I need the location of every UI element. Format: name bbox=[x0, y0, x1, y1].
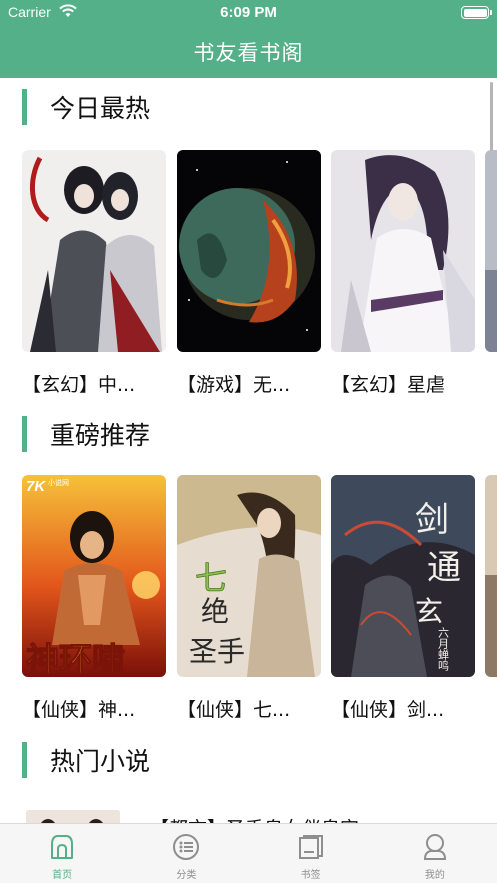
section-accent-bar bbox=[22, 742, 27, 778]
cover-title: 圣手 bbox=[189, 635, 245, 668]
category-icon bbox=[173, 834, 200, 860]
book-row-hot-today[interactable]: 【玄幻】中... 【游戏】无... 【玄幻】星虐 bbox=[22, 150, 497, 400]
book-cover[interactable] bbox=[177, 150, 321, 352]
book-cover[interactable]: 剑 通 玄 六月蝉鸣 bbox=[331, 475, 475, 677]
cover-title: 玄 bbox=[415, 595, 443, 628]
page-title: 书友看书阁 bbox=[193, 41, 304, 65]
scroll-indicator[interactable] bbox=[490, 82, 493, 152]
section-title: 热门小说 bbox=[50, 747, 151, 776]
book-title: 【仙侠】七... bbox=[177, 699, 291, 721]
section-title: 今日最热 bbox=[50, 94, 151, 123]
cover-title: 七 bbox=[195, 559, 227, 597]
tab-home[interactable]: 首页 bbox=[0, 824, 124, 883]
cover-logo: 7K bbox=[26, 478, 46, 495]
novel-thumbnail[interactable] bbox=[26, 810, 120, 823]
book-title: 【游戏】无... bbox=[177, 374, 291, 396]
section-title: 重磅推荐 bbox=[50, 421, 151, 450]
book-cover[interactable] bbox=[331, 150, 475, 352]
novel-list-item[interactable]: 【都市】圣手皇女伴皇宫 bbox=[22, 808, 492, 823]
book-card[interactable] bbox=[485, 475, 497, 677]
book-row-featured[interactable]: 7K 小说网 神环啸 【仙侠】神... 七 绝 圣手 【仙侠】七... 剑 通 … bbox=[22, 475, 497, 725]
book-title: 【玄幻】中... bbox=[22, 374, 136, 396]
book-title: 【仙侠】剑... bbox=[331, 699, 445, 721]
cover-title: 通 bbox=[427, 548, 461, 588]
book-cover[interactable] bbox=[485, 150, 497, 352]
book-card[interactable]: 七 绝 圣手 【仙侠】七... bbox=[177, 475, 321, 722]
novel-title: 【都市】圣手皇女伴皇宫 bbox=[150, 814, 359, 823]
tab-label: 分类 bbox=[176, 870, 197, 881]
tab-label: 我的 bbox=[424, 870, 445, 881]
tab-bar: 首页 分类 书签 我的 bbox=[0, 823, 497, 883]
book-card[interactable]: 7K 小说网 神环啸 【仙侠】神... bbox=[22, 475, 166, 722]
tab-profile[interactable]: 我的 bbox=[373, 824, 497, 883]
section-accent-bar bbox=[22, 89, 27, 125]
battery-icon bbox=[461, 6, 492, 19]
book-cover[interactable]: 7K 小说网 神环啸 bbox=[22, 475, 166, 677]
book-cover[interactable] bbox=[485, 475, 497, 677]
clock: 6:09 PM bbox=[220, 4, 277, 21]
profile-icon bbox=[423, 834, 446, 860]
book-cover[interactable] bbox=[22, 150, 166, 352]
cover-logo-sub: 小说网 bbox=[48, 478, 69, 487]
home-feed[interactable]: 今日最热 【玄幻】中... 【游戏】无... 【玄幻】星虐 重磅推荐 7K 小说… bbox=[0, 78, 497, 823]
book-card[interactable]: 【玄幻】中... bbox=[22, 150, 166, 397]
book-card[interactable] bbox=[485, 150, 497, 352]
book-card[interactable]: 【游戏】无... bbox=[177, 150, 321, 397]
cover-title: 神环啸 bbox=[26, 640, 125, 677]
cover-author: 六月蝉鸣 bbox=[437, 627, 450, 672]
tab-label: 首页 bbox=[52, 870, 73, 881]
book-title: 【玄幻】星虐 bbox=[331, 374, 446, 396]
home-icon bbox=[51, 835, 74, 859]
book-cover[interactable]: 七 绝 圣手 bbox=[177, 475, 321, 677]
cover-title: 剑 bbox=[415, 500, 449, 540]
section-header-popular-novels: 热门小说 bbox=[22, 742, 150, 778]
status-bar: Carrier 6:09 PM bbox=[0, 0, 497, 26]
navigation-bar: 书友看书阁 bbox=[0, 26, 497, 78]
tab-category[interactable]: 分类 bbox=[124, 824, 248, 883]
bookmark-icon bbox=[298, 835, 323, 859]
book-title: 【仙侠】神... bbox=[22, 699, 136, 721]
cover-title: 绝 bbox=[201, 595, 229, 628]
tab-label: 书签 bbox=[300, 870, 321, 881]
section-accent-bar bbox=[22, 416, 27, 452]
section-header-hot-today: 今日最热 bbox=[22, 89, 150, 125]
book-card[interactable]: 【玄幻】星虐 bbox=[331, 150, 475, 397]
section-header-featured: 重磅推荐 bbox=[22, 416, 150, 452]
tab-bookmark[interactable]: 书签 bbox=[249, 824, 373, 883]
book-card[interactable]: 剑 通 玄 六月蝉鸣 【仙侠】剑... bbox=[331, 475, 475, 722]
